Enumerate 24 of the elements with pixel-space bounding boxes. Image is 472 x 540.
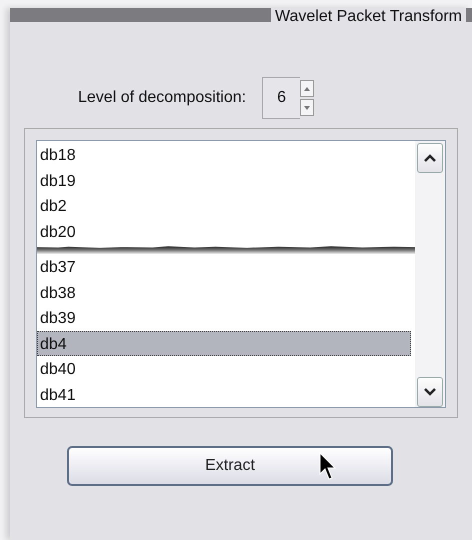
list-item[interactable]: db37	[37, 254, 415, 280]
list-item[interactable]: db41	[37, 382, 415, 407]
chevron-down-icon	[424, 388, 436, 396]
caret-down-icon	[304, 106, 310, 110]
list-item[interactable]: db39	[37, 305, 415, 330]
level-field[interactable]: 6	[262, 77, 300, 119]
wavelet-list[interactable]: db18 db19 db2 db20 db37 db38 db39 db4 db40 db41	[36, 140, 446, 408]
list-item[interactable]: db2	[37, 193, 415, 218]
list-item[interactable]: db18	[37, 142, 415, 168]
chevron-up-icon	[424, 154, 436, 162]
scroll-down-button[interactable]	[417, 377, 443, 407]
list-item[interactable]: db19	[37, 168, 415, 193]
list-item[interactable]: db40	[37, 356, 415, 382]
caret-up-icon	[304, 86, 310, 90]
list-item[interactable]: db20	[37, 218, 415, 244]
list-item[interactable]: db38	[37, 280, 415, 305]
list-item[interactable]: db4	[37, 330, 411, 356]
scroll-up-button[interactable]	[417, 143, 443, 173]
scrollbar[interactable]	[415, 141, 445, 407]
extract-button[interactable]: Extract	[67, 446, 393, 486]
spin-down-button[interactable]	[300, 99, 314, 116]
cursor-icon	[319, 452, 339, 482]
level-label: Level of decomposition:	[78, 89, 246, 107]
spin-up-button[interactable]	[300, 80, 314, 97]
